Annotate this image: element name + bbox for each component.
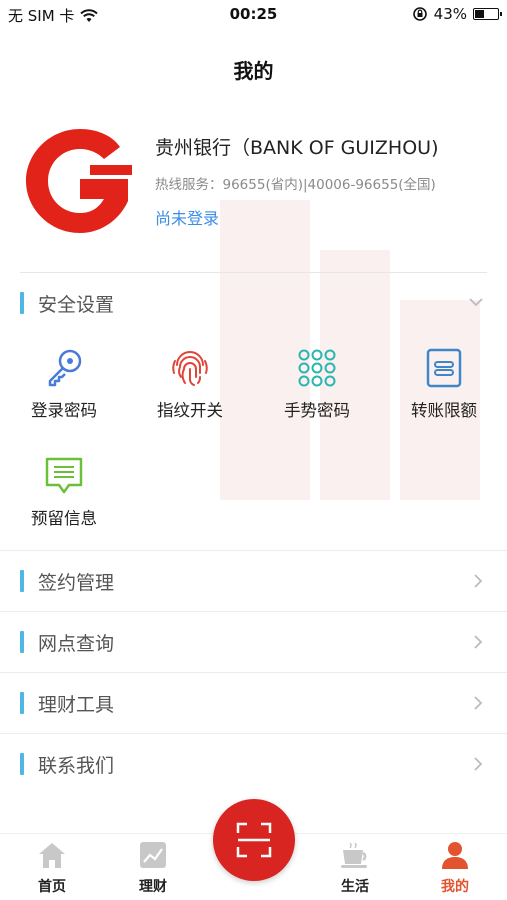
security-section-title: 安全设置	[38, 293, 115, 316]
tab-mine[interactable]: 我的	[415, 840, 495, 896]
key-icon	[48, 349, 82, 387]
login-password-label: 登录密码	[31, 401, 97, 420]
battery-icon	[473, 8, 502, 20]
scan-button[interactable]	[213, 799, 295, 881]
scan-icon	[236, 822, 272, 858]
accent-bar	[20, 753, 24, 775]
tab-label: 我的	[441, 879, 469, 895]
header-divider	[20, 272, 487, 273]
bank-name: 贵州银行（BANK OF GUIZHOU)	[155, 137, 439, 159]
menu-item-branch-query[interactable]: 网点查询	[0, 611, 507, 672]
login-password-item[interactable]: 登录密码	[9, 347, 119, 437]
menu-label: 签约管理	[38, 571, 115, 594]
fingerprint-icon	[172, 351, 208, 386]
transfer-limit-icon	[426, 348, 462, 388]
fingerprint-label: 指纹开关	[157, 401, 223, 420]
orientation-lock-icon	[412, 7, 427, 21]
reserved-info-label: 预留信息	[31, 509, 97, 528]
chevron-right-icon	[474, 757, 483, 771]
accent-bar	[20, 692, 24, 714]
chevron-right-icon	[474, 574, 483, 588]
message-icon	[45, 457, 83, 494]
menu-item-contract-management[interactable]: 签约管理	[0, 550, 507, 611]
chevron-down-icon	[469, 298, 483, 307]
chevron-right-icon	[474, 635, 483, 649]
transfer-limit-label: 转账限额	[411, 401, 477, 420]
tab-finance[interactable]: 理财	[113, 840, 193, 896]
chart-icon	[140, 842, 166, 868]
menu-label: 联系我们	[38, 754, 115, 777]
coffee-icon	[341, 842, 367, 868]
accent-bar	[20, 631, 24, 653]
gesture-password-label: 手势密码	[284, 401, 350, 420]
accent-bar	[20, 292, 24, 314]
menu-item-finance-tools[interactable]: 理财工具	[0, 672, 507, 733]
person-icon	[442, 842, 468, 869]
gesture-password-item[interactable]: 手势密码	[262, 347, 372, 437]
tab-home[interactable]: 首页	[12, 840, 92, 896]
status-right: 43%	[412, 5, 502, 23]
security-section-header[interactable]: 安全设置	[20, 286, 487, 320]
home-icon	[39, 843, 65, 868]
login-link[interactable]: 尚未登录	[155, 205, 219, 229]
page-title: 我的	[233, 59, 274, 83]
tab-label: 生活	[341, 879, 369, 895]
transfer-limit-item[interactable]: 转账限额	[389, 347, 499, 437]
gesture-grid-icon	[298, 349, 336, 387]
reserved-info-item[interactable]: 预留信息	[9, 455, 119, 545]
bank-logo	[26, 129, 132, 233]
tab-label: 理财	[139, 879, 167, 895]
tab-life[interactable]: 生活	[315, 840, 395, 896]
status-bar: 无 SIM 卡 00:25 43%	[0, 0, 507, 28]
bank-hotline: 热线服务：96655(省内)|40006-96655(全国)	[155, 177, 436, 193]
fingerprint-item[interactable]: 指纹开关	[135, 347, 245, 437]
menu-item-contact-us[interactable]: 联系我们	[0, 733, 507, 794]
menu-label: 网点查询	[38, 632, 115, 655]
chevron-right-icon	[474, 696, 483, 710]
battery-percent: 43%	[433, 5, 467, 23]
menu-label: 理财工具	[38, 693, 115, 716]
tab-label: 首页	[38, 879, 66, 895]
battery-fill	[475, 10, 484, 18]
accent-bar	[20, 570, 24, 592]
